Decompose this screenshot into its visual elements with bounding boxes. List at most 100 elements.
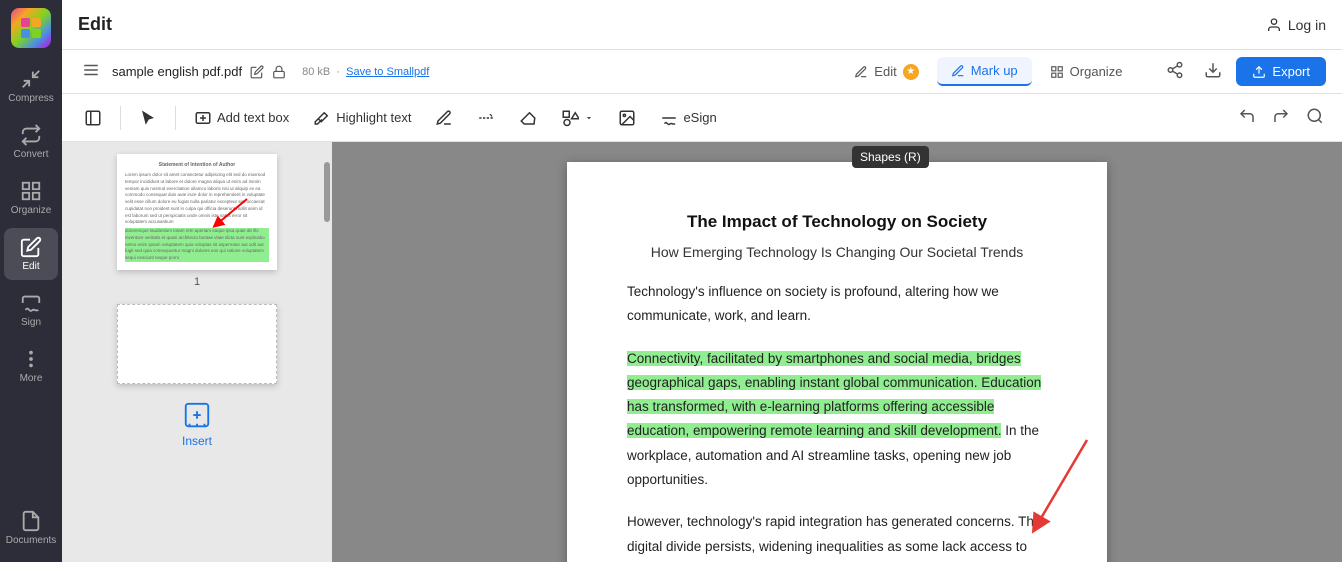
eraser-button[interactable] xyxy=(509,103,547,133)
edit-icon xyxy=(20,236,42,258)
page-panel: Statement of Intention of Author Lorem i… xyxy=(62,142,332,562)
sidebar-item-compress[interactable]: Compress xyxy=(4,60,58,112)
topbar-right: Log in xyxy=(1266,17,1326,33)
toolbar: Add text box Highlight text eSign Shapes xyxy=(62,94,1342,142)
sidebar-item-organize[interactable]: Organize xyxy=(4,172,58,224)
sidebar-item-sign[interactable]: Sign xyxy=(4,284,58,336)
redo-button[interactable] xyxy=(1266,101,1296,134)
add-textbox-button[interactable]: Add text box xyxy=(184,103,299,133)
highlight-text-button[interactable]: Highlight text xyxy=(303,103,421,133)
doc-para-1: Technology's influence on society is pro… xyxy=(627,280,1047,329)
image-icon xyxy=(618,109,636,127)
sidebar-documents-label: Documents xyxy=(6,535,57,546)
undo-icon xyxy=(1238,107,1256,125)
organize-icon xyxy=(20,180,42,202)
separator-1 xyxy=(120,106,121,130)
share-button[interactable] xyxy=(1160,55,1190,88)
sidebar-sign-label: Sign xyxy=(21,317,41,328)
login-button[interactable]: Log in xyxy=(1266,17,1326,33)
pen-icon xyxy=(435,109,453,127)
tab-edit[interactable]: Edit ★ xyxy=(840,58,932,86)
insert-icon xyxy=(182,400,212,430)
pencil-button[interactable] xyxy=(467,103,505,133)
cursor-icon xyxy=(139,109,157,127)
eraser-icon xyxy=(519,109,537,127)
insert-label: Insert xyxy=(182,434,212,448)
export-icon xyxy=(1252,65,1266,79)
hamburger-icon xyxy=(82,61,100,79)
tab-edit-label: Edit xyxy=(874,64,896,79)
sidebar: Compress Convert Organize Edit Sign More… xyxy=(0,0,62,562)
sidebar-item-documents[interactable]: Documents xyxy=(4,502,58,554)
add-textbox-icon xyxy=(194,109,212,127)
compress-icon xyxy=(20,68,42,90)
edit-tab-icon xyxy=(854,65,868,79)
search-icon xyxy=(1306,107,1324,125)
undo-button[interactable] xyxy=(1232,101,1262,134)
download-icon xyxy=(1204,61,1222,79)
doc-para-3: However, technology's rapid integration … xyxy=(627,510,1047,562)
sidebar-compress-label: Compress xyxy=(8,93,54,104)
share-icon xyxy=(1166,61,1184,79)
page-number: 1 xyxy=(194,276,200,288)
user-icon xyxy=(1266,17,1282,33)
doc-subtitle: How Emerging Technology Is Changing Our … xyxy=(627,244,1047,260)
sign-icon xyxy=(20,292,42,314)
convert-icon xyxy=(20,124,42,146)
edit-badge: ★ xyxy=(903,64,919,80)
organize-tab-icon xyxy=(1050,65,1064,79)
tab-organize[interactable]: Organize xyxy=(1036,58,1137,85)
sidebar-organize-label: Organize xyxy=(11,205,52,216)
highlight-text-label: Highlight text xyxy=(336,110,411,125)
filebar-actions: Export xyxy=(1160,55,1326,88)
page-thumbnail: Statement of Intention of Author Lorem i… xyxy=(117,154,277,270)
sidebar-edit-label: Edit xyxy=(22,261,39,272)
export-button[interactable]: Export xyxy=(1236,57,1326,86)
sidebar-more-label: More xyxy=(20,373,43,384)
doc-page: The Impact of Technology on Society How … xyxy=(567,162,1107,562)
sidebar-convert-label: Convert xyxy=(13,149,48,160)
esign-icon xyxy=(660,109,678,127)
shapes-dropdown-icon xyxy=(584,113,594,123)
main-area: Edit Log in sample english pdf.pdf 80 kB… xyxy=(62,0,1342,562)
separator-2 xyxy=(175,106,176,130)
shapes-button[interactable] xyxy=(551,103,604,133)
sidebar-item-edit[interactable]: Edit xyxy=(4,228,58,280)
shapes-icon xyxy=(561,109,579,127)
highlighted-text: Connectivity, facilitated by smartphones… xyxy=(627,351,1041,439)
scroll-indicator xyxy=(324,162,330,222)
markup-tab-icon xyxy=(951,64,965,78)
login-label: Log in xyxy=(1288,17,1326,33)
esign-button[interactable]: eSign xyxy=(650,103,726,133)
menu-button[interactable] xyxy=(78,57,104,86)
cursor-button[interactable] xyxy=(129,103,167,133)
insert-area[interactable]: Insert xyxy=(182,400,212,448)
filebar-tabs: Edit ★ Mark up Organize xyxy=(840,57,1136,86)
more-icon xyxy=(20,348,42,370)
toolbar-right xyxy=(1232,101,1330,134)
page-title: Edit xyxy=(78,14,112,35)
tab-markup[interactable]: Mark up xyxy=(937,57,1032,86)
edit-filename-icon[interactable] xyxy=(250,65,264,79)
save-to-smallpdf-link[interactable]: Save to Smallpdf xyxy=(346,66,429,78)
lock-icon xyxy=(272,65,286,79)
sidebar-item-more[interactable]: More xyxy=(4,340,58,392)
doc-viewer: The Impact of Technology on Society How … xyxy=(332,142,1342,562)
tab-markup-label: Mark up xyxy=(971,63,1018,78)
image-button[interactable] xyxy=(608,103,646,133)
filebar: sample english pdf.pdf 80 kB · Save to S… xyxy=(62,50,1342,94)
search-button[interactable] xyxy=(1300,101,1330,134)
sidebar-item-convert[interactable]: Convert xyxy=(4,116,58,168)
app-logo xyxy=(11,8,51,48)
toggle-panel-button[interactable] xyxy=(74,103,112,133)
pencil-icon xyxy=(477,109,495,127)
export-label: Export xyxy=(1272,64,1310,79)
add-textbox-label: Add text box xyxy=(217,110,289,125)
redo-icon xyxy=(1272,107,1290,125)
content-area: Statement of Intention of Author Lorem i… xyxy=(62,142,1342,562)
doc-para-2: Connectivity, facilitated by smartphones… xyxy=(627,347,1047,493)
pen-button[interactable] xyxy=(425,103,463,133)
highlight-icon xyxy=(313,109,331,127)
file-size: 80 kB · Save to Smallpdf xyxy=(302,66,429,78)
download-button[interactable] xyxy=(1198,55,1228,88)
